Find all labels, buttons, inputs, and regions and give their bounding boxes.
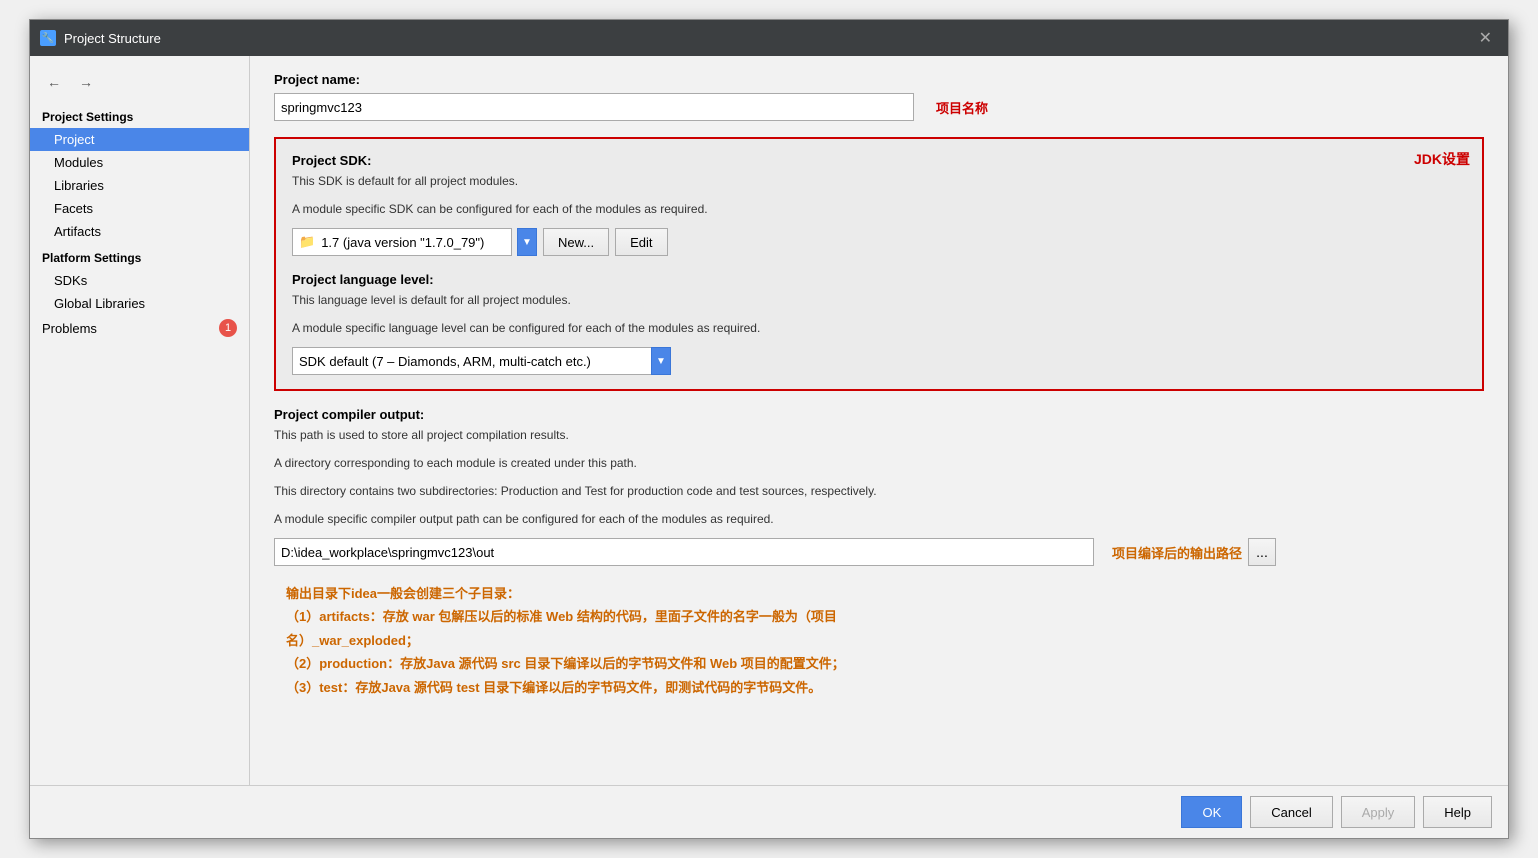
sdk-desc-1: This SDK is default for all project modu… bbox=[292, 172, 1466, 190]
title-bar: 🔧 Project Structure ✕ bbox=[30, 20, 1508, 56]
edit-sdk-button[interactable]: Edit bbox=[615, 228, 667, 256]
compiler-section: Project compiler output: This path is us… bbox=[274, 407, 1484, 566]
sidebar-item-problems[interactable]: Problems 1 bbox=[30, 315, 249, 341]
forward-button[interactable]: → bbox=[74, 70, 98, 94]
project-name-row: Project name: 项目名称 bbox=[274, 72, 1484, 121]
problems-label: Problems bbox=[42, 321, 219, 336]
compiler-desc-4: A module specific compiler output path c… bbox=[274, 510, 1484, 528]
sdk-dropdown-arrow[interactable]: ▼ bbox=[517, 228, 537, 256]
note-section: 输出目录下idea一般会创建三个子目录： （1）artifacts：存放 war… bbox=[274, 582, 1484, 699]
sidebar-item-sdks[interactable]: SDKs bbox=[30, 269, 249, 292]
lang-dropdown[interactable]: SDK default (7 – Diamonds, ARM, multi-ca… bbox=[292, 347, 652, 375]
lang-controls: SDK default (7 – Diamonds, ARM, multi-ca… bbox=[292, 347, 1466, 375]
lang-level-title: Project language level: bbox=[292, 272, 1466, 287]
main-content: Project name: 项目名称 JDK设置 Project SDK: Th… bbox=[250, 56, 1508, 785]
note-line-1: （1）artifacts：存放 war 包解压以后的标准 Web 结构的代码，里… bbox=[286, 605, 1484, 628]
jdk-annotation: JDK设置 bbox=[1414, 149, 1470, 169]
folder-icon: 📁 bbox=[299, 234, 315, 250]
dialog-body: ← → Project Settings Project Modules Lib… bbox=[30, 56, 1508, 785]
compiler-desc-1: This path is used to store all project c… bbox=[274, 426, 1484, 444]
close-button[interactable]: ✕ bbox=[1473, 26, 1498, 50]
sdk-desc-2: A module specific SDK can be configured … bbox=[292, 200, 1466, 218]
project-settings-header: Project Settings bbox=[30, 104, 249, 128]
note-header: 输出目录下idea一般会创建三个子目录： bbox=[286, 582, 1484, 605]
problems-badge: 1 bbox=[219, 319, 237, 337]
project-name-label: Project name: bbox=[274, 72, 988, 87]
output-path-input[interactable] bbox=[274, 538, 1094, 566]
sidebar-item-project[interactable]: Project bbox=[30, 128, 249, 151]
sdk-title: Project SDK: bbox=[292, 153, 1466, 168]
lang-value: SDK default (7 – Diamonds, ARM, multi-ca… bbox=[299, 354, 591, 369]
lang-desc-1: This language level is default for all p… bbox=[292, 291, 1466, 309]
compiler-desc-3: This directory contains two subdirectori… bbox=[274, 482, 1484, 500]
new-sdk-button[interactable]: New... bbox=[543, 228, 609, 256]
back-button[interactable]: ← bbox=[42, 70, 66, 94]
app-icon: 🔧 bbox=[40, 30, 56, 46]
note-line-4: （3）test：存放Java 源代码 test 目录下编译以后的字节码文件，即测… bbox=[286, 676, 1484, 699]
sdk-value: 1.7 (java version "1.7.0_79") bbox=[321, 235, 484, 250]
lang-dropdown-arrow[interactable]: ▼ bbox=[651, 347, 671, 375]
compiler-title: Project compiler output: bbox=[274, 407, 1484, 422]
sdk-controls: 📁 1.7 (java version "1.7.0_79") ▼ New...… bbox=[292, 228, 1466, 256]
project-name-annotation: 项目名称 bbox=[936, 98, 988, 117]
dialog-title: Project Structure bbox=[64, 31, 1473, 46]
sidebar-item-libraries[interactable]: Libraries bbox=[30, 174, 249, 197]
project-name-input[interactable] bbox=[274, 93, 914, 121]
ok-button[interactable]: OK bbox=[1181, 796, 1242, 828]
dialog-footer: OK Cancel Apply Help bbox=[30, 785, 1508, 838]
lang-level-section: Project language level: This language le… bbox=[292, 272, 1466, 375]
apply-button[interactable]: Apply bbox=[1341, 796, 1416, 828]
sdk-dropdown[interactable]: 📁 1.7 (java version "1.7.0_79") bbox=[292, 228, 512, 256]
compiler-desc-2: A directory corresponding to each module… bbox=[274, 454, 1484, 472]
sidebar: ← → Project Settings Project Modules Lib… bbox=[30, 56, 250, 785]
note-line-3: （2）production：存放Java 源代码 src 目录下编译以后的字节码… bbox=[286, 652, 1484, 675]
note-line-2: 名）_war_exploded； bbox=[286, 629, 1484, 652]
sidebar-item-artifacts[interactable]: Artifacts bbox=[30, 220, 249, 243]
output-row: 项目编译后的输出路径 ... bbox=[274, 538, 1484, 566]
lang-desc-2: A module specific language level can be … bbox=[292, 319, 1466, 337]
project-structure-dialog: 🔧 Project Structure ✕ ← → Project Settin… bbox=[29, 19, 1509, 839]
sdk-section: JDK设置 Project SDK: This SDK is default f… bbox=[274, 137, 1484, 391]
help-button[interactable]: Help bbox=[1423, 796, 1492, 828]
sidebar-item-global-libraries[interactable]: Global Libraries bbox=[30, 292, 249, 315]
browse-button[interactable]: ... bbox=[1248, 538, 1276, 566]
platform-settings-header: Platform Settings bbox=[30, 243, 249, 269]
output-annotation: 项目编译后的输出路径 bbox=[1112, 543, 1242, 562]
cancel-button[interactable]: Cancel bbox=[1250, 796, 1332, 828]
sidebar-item-modules[interactable]: Modules bbox=[30, 151, 249, 174]
sidebar-item-facets[interactable]: Facets bbox=[30, 197, 249, 220]
nav-arrows: ← → bbox=[30, 64, 249, 100]
